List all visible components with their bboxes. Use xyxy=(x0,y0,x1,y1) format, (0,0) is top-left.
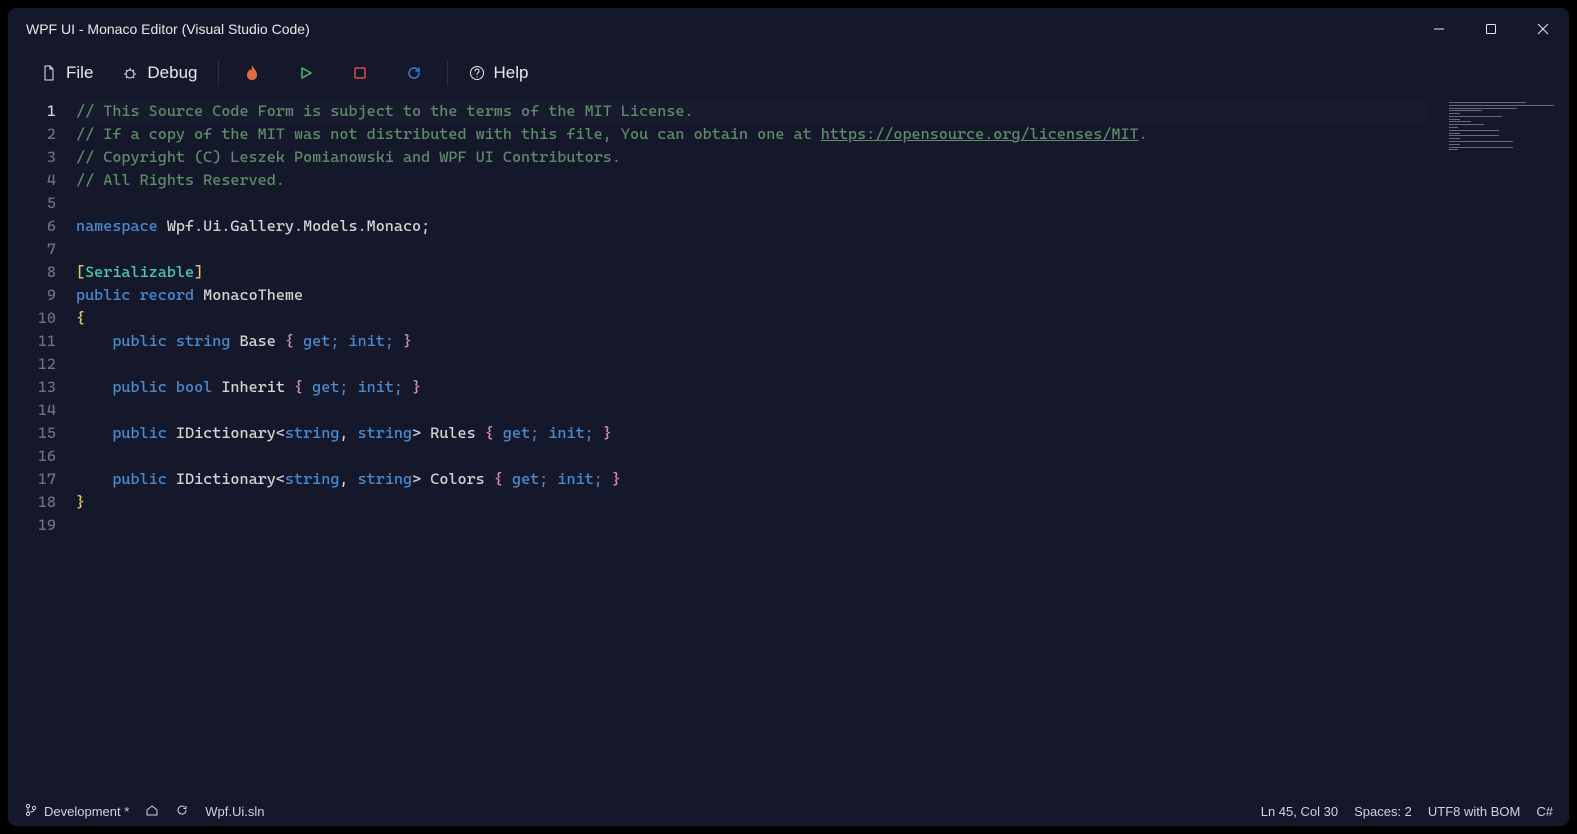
restart-button[interactable] xyxy=(387,58,441,88)
help-icon xyxy=(468,64,486,82)
close-button[interactable] xyxy=(1517,8,1569,50)
branch-icon xyxy=(24,803,38,820)
status-solution[interactable]: Wpf.Ui.sln xyxy=(205,804,264,819)
debug-menu[interactable]: Debug xyxy=(107,57,211,89)
toolbar-separator xyxy=(218,60,219,86)
run-button[interactable] xyxy=(279,58,333,88)
reload-icon xyxy=(175,803,189,820)
status-language-label: C# xyxy=(1536,804,1553,819)
status-spaces-label: Spaces: 2 xyxy=(1354,804,1412,819)
maximize-button[interactable] xyxy=(1465,8,1517,50)
code-content[interactable]: // This Source Code Form is subject to t… xyxy=(76,100,1569,537)
status-bar: Development * Wpf.Ui.sln Ln 45, Col 30 xyxy=(8,796,1569,826)
stop-button[interactable] xyxy=(333,58,387,88)
title-bar: WPF UI - Monaco Editor (Visual Studio Co… xyxy=(8,8,1569,50)
file-menu[interactable]: File xyxy=(26,57,107,89)
minimize-button[interactable] xyxy=(1413,8,1465,50)
home-icon xyxy=(145,803,159,820)
minimap[interactable] xyxy=(1449,102,1559,150)
hot-reload-button[interactable] xyxy=(225,58,279,88)
flame-icon xyxy=(243,64,261,82)
play-icon xyxy=(297,64,315,82)
window-controls xyxy=(1413,8,1569,50)
status-branch[interactable]: Development * xyxy=(24,803,129,820)
status-solution-label: Wpf.Ui.sln xyxy=(205,804,264,819)
status-encoding[interactable]: UTF8 with BOM xyxy=(1428,804,1520,819)
file-menu-label: File xyxy=(66,63,93,83)
status-spaces[interactable]: Spaces: 2 xyxy=(1354,804,1412,819)
status-branch-label: Development * xyxy=(44,804,129,819)
status-cursor-label: Ln 45, Col 30 xyxy=(1261,804,1338,819)
toolbar-separator xyxy=(447,60,448,86)
debug-menu-label: Debug xyxy=(147,63,197,83)
window-title: WPF UI - Monaco Editor (Visual Studio Co… xyxy=(26,21,310,37)
toolbar: File Debug xyxy=(8,50,1569,96)
refresh-icon xyxy=(405,64,423,82)
status-reload[interactable] xyxy=(175,803,189,820)
app-window: WPF UI - Monaco Editor (Visual Studio Co… xyxy=(8,8,1569,826)
line-number-gutter: 12345678910111213141516171819 xyxy=(8,100,76,537)
editor-area[interactable]: 12345678910111213141516171819 // This So… xyxy=(8,96,1569,796)
file-icon xyxy=(40,64,58,82)
status-home[interactable] xyxy=(145,803,159,820)
status-cursor[interactable]: Ln 45, Col 30 xyxy=(1261,804,1338,819)
editor[interactable]: 12345678910111213141516171819 // This So… xyxy=(8,96,1569,537)
bug-icon xyxy=(121,64,139,82)
stop-icon xyxy=(351,64,369,82)
help-menu[interactable]: Help xyxy=(454,57,543,89)
help-menu-label: Help xyxy=(494,63,529,83)
status-language[interactable]: C# xyxy=(1536,804,1553,819)
status-encoding-label: UTF8 with BOM xyxy=(1428,804,1520,819)
